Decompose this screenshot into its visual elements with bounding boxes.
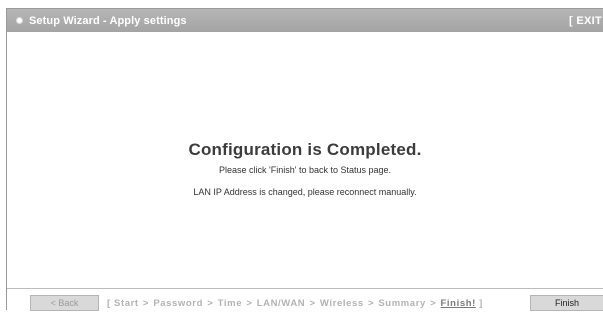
step-separator: >	[367, 298, 375, 309]
bullet-icon	[17, 18, 22, 23]
step-breadcrumb: [ Start > Password > Time > LAN/WAN > Wi…	[107, 298, 483, 309]
finish-instruction: Please click 'Finish' to back to Status …	[218, 165, 392, 175]
step-wireless: Wireless	[319, 298, 364, 309]
step-separator: >	[142, 298, 150, 309]
steps-open-bracket: [	[107, 298, 111, 309]
finish-button[interactable]: Finish	[530, 295, 603, 311]
title-bar: Setup Wizard - Apply settings [ EXIT	[7, 9, 603, 32]
back-button[interactable]: < Back	[30, 295, 99, 311]
step-separator: >	[207, 298, 214, 309]
completion-headline: Configuration is Completed.	[188, 140, 422, 159]
content-area: Configuration is Completed. Please click…	[7, 32, 603, 288]
wizard-window: Setup Wizard - Apply settings [ EXIT Con…	[6, 8, 603, 311]
step-time: Time	[217, 298, 243, 309]
step-start: Start	[114, 298, 139, 309]
step-password: Password	[153, 298, 204, 309]
window-title: Setup Wizard - Apply settings	[29, 14, 187, 27]
step-separator: >	[246, 298, 253, 309]
step-separator: >	[430, 298, 437, 309]
step-separator: >	[309, 298, 316, 309]
exit-link[interactable]: [ EXIT	[569, 15, 602, 27]
step-lan-wan: LAN/WAN	[256, 298, 306, 309]
reconnect-notice: LAN IP Address is changed, please reconn…	[193, 187, 417, 197]
step-summary: Summary	[378, 298, 426, 309]
steps-close-bracket: ]	[479, 298, 483, 309]
wizard-footer: < Back [ Start > Password > Time > LAN/W…	[7, 288, 603, 311]
step-finish-current: Finish!	[440, 298, 476, 309]
